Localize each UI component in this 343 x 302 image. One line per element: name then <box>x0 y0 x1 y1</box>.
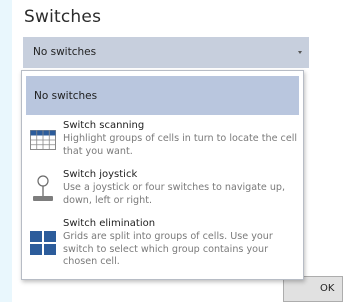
chevron-down-icon <box>298 51 302 54</box>
section-title: Switches <box>24 7 102 27</box>
option-switch-elimination[interactable]: Switch elimination Grids are split into … <box>26 218 299 276</box>
option-switch-joystick[interactable]: Switch joystick Use a joystick or four s… <box>26 169 299 213</box>
option-title: Switch elimination <box>63 218 156 229</box>
quad-grid-icon <box>30 231 56 259</box>
option-title: Switch scanning <box>63 120 145 131</box>
switches-select[interactable]: No switches <box>23 37 309 68</box>
option-no-switches[interactable]: No switches <box>26 76 299 115</box>
option-description: Highlight groups of cells in turn to loc… <box>63 133 298 157</box>
option-switch-scanning[interactable]: Switch scanning Highlight groups of cell… <box>26 120 299 164</box>
option-title: Switch joystick <box>63 169 138 180</box>
switches-dropdown-list: No switches Switch scanning Highlight gr… <box>21 70 304 280</box>
grid-icon <box>30 130 56 154</box>
select-value: No switches <box>33 46 97 58</box>
ok-button-label: OK <box>320 283 335 294</box>
option-label: No switches <box>34 90 98 102</box>
joystick-icon <box>30 174 56 208</box>
option-description: Grids are split into groups of cells. Us… <box>63 231 273 267</box>
option-description: Use a joystick or four switches to navig… <box>63 182 286 206</box>
